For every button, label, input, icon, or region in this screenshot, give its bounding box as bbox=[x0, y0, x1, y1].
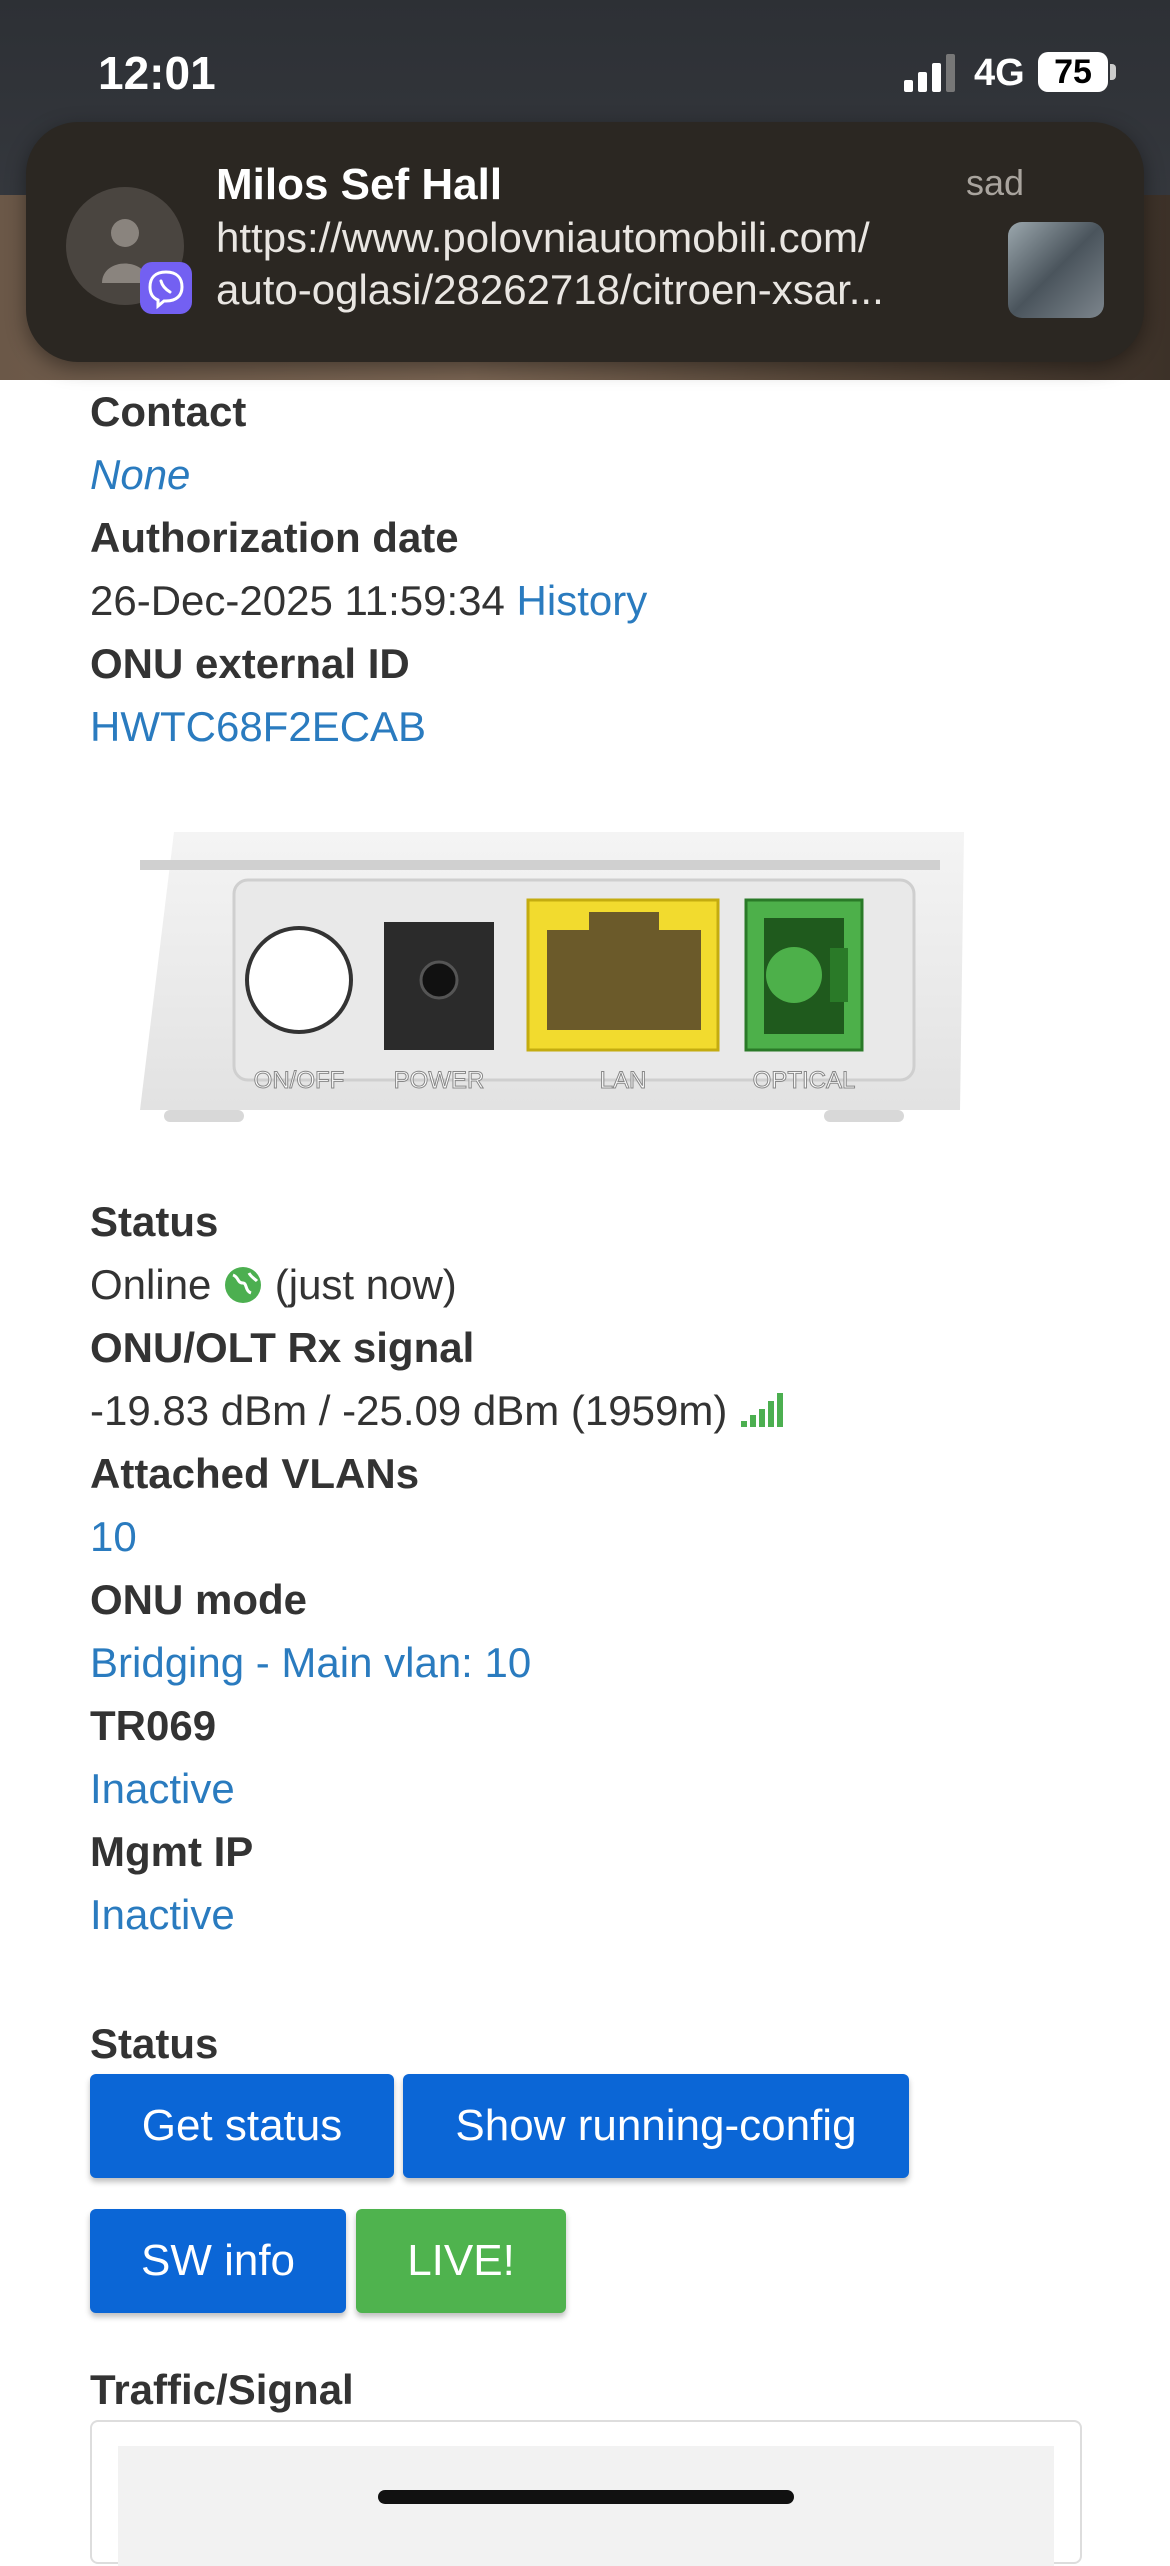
sw-info-button[interactable]: SW info bbox=[90, 2209, 346, 2313]
notification-time: sad bbox=[965, 162, 1024, 203]
viber-icon bbox=[140, 262, 192, 314]
authorization-date-label: Authorization date bbox=[90, 514, 459, 561]
history-link[interactable]: History bbox=[517, 577, 648, 624]
contact-value[interactable]: None bbox=[90, 443, 1080, 506]
authorization-date-value: 26-Dec-2025 11:59:34 bbox=[90, 577, 505, 624]
status-actions-label: Status bbox=[90, 2020, 219, 2067]
rx-signal-row: -19.83 dBm / -25.09 dBm (1959m) bbox=[90, 1379, 1080, 1442]
notification-thumbnail bbox=[1008, 222, 1104, 318]
notification-message-line1: https://www.polovniautomobili.com/ bbox=[216, 214, 870, 261]
onu-external-id-label: ONU external ID bbox=[90, 640, 410, 687]
home-indicator[interactable] bbox=[378, 2490, 794, 2504]
status-note: (just now) bbox=[274, 1261, 457, 1308]
status-row: Online (just now) bbox=[90, 1253, 1080, 1316]
signal-bars-icon bbox=[740, 1393, 783, 1427]
onu-details: Contact None Authorization date 26-Dec-2… bbox=[90, 380, 1080, 758]
tr069-label: TR069 bbox=[90, 1702, 217, 1749]
contact-label: Contact bbox=[90, 388, 247, 435]
traffic-signal-label: Traffic/Signal bbox=[90, 2366, 354, 2413]
rx-signal-value: -19.83 dBm / -25.09 dBm (1959m) bbox=[90, 1387, 728, 1434]
onu-status-details: Status Online (just now) ONU/OLT Rx sign… bbox=[90, 1190, 1080, 1946]
live-button[interactable]: LIVE! bbox=[356, 2209, 566, 2313]
status-value: Online bbox=[90, 1261, 212, 1308]
authorization-date-row: 26-Dec-2025 11:59:34 History bbox=[90, 569, 1080, 632]
cellular-signal-icon bbox=[904, 54, 955, 92]
network-type: 4G bbox=[974, 52, 1025, 94]
onu-mode-value[interactable]: Bridging - Main vlan: 10 bbox=[90, 1631, 1080, 1694]
port-label-optical: OPTICAL bbox=[753, 1067, 856, 1094]
rx-signal-label: ONU/OLT Rx signal bbox=[90, 1324, 475, 1371]
battery-icon: 75 bbox=[1038, 52, 1108, 92]
mgmt-ip-label: Mgmt IP bbox=[90, 1828, 254, 1875]
get-status-button[interactable]: Get status bbox=[90, 2074, 394, 2178]
onu-device-image: ON/OFF POWER LAN OPTICAL bbox=[140, 832, 964, 1122]
traffic-graph-area bbox=[118, 2446, 1054, 2566]
port-label-power: POWER bbox=[394, 1067, 485, 1094]
port-label-lan: LAN bbox=[600, 1067, 647, 1094]
notification-message-line2: auto-oglasi/28262718/citroen-xsar... bbox=[216, 266, 884, 313]
globe-icon bbox=[225, 1267, 262, 1303]
tr069-value[interactable]: Inactive bbox=[90, 1757, 1080, 1820]
port-label-onoff: ON/OFF bbox=[254, 1067, 345, 1094]
attached-vlans-value[interactable]: 10 bbox=[90, 1505, 1080, 1568]
show-running-config-button[interactable]: Show running-config bbox=[403, 2074, 909, 2178]
onu-mode-label: ONU mode bbox=[90, 1576, 308, 1623]
battery-tip bbox=[1110, 64, 1116, 80]
onu-external-id-value[interactable]: HWTC68F2ECAB bbox=[90, 695, 1080, 758]
clock: 12:01 bbox=[98, 47, 216, 99]
notification-sender: Milos Sef Hall bbox=[216, 160, 503, 209]
notification-banner[interactable]: Milos Sef Hall sad https://www.polovniau… bbox=[26, 122, 1144, 362]
mgmt-ip-value[interactable]: Inactive bbox=[90, 1883, 1080, 1946]
status-label: Status bbox=[90, 1198, 219, 1245]
attached-vlans-label: Attached VLANs bbox=[90, 1450, 420, 1497]
